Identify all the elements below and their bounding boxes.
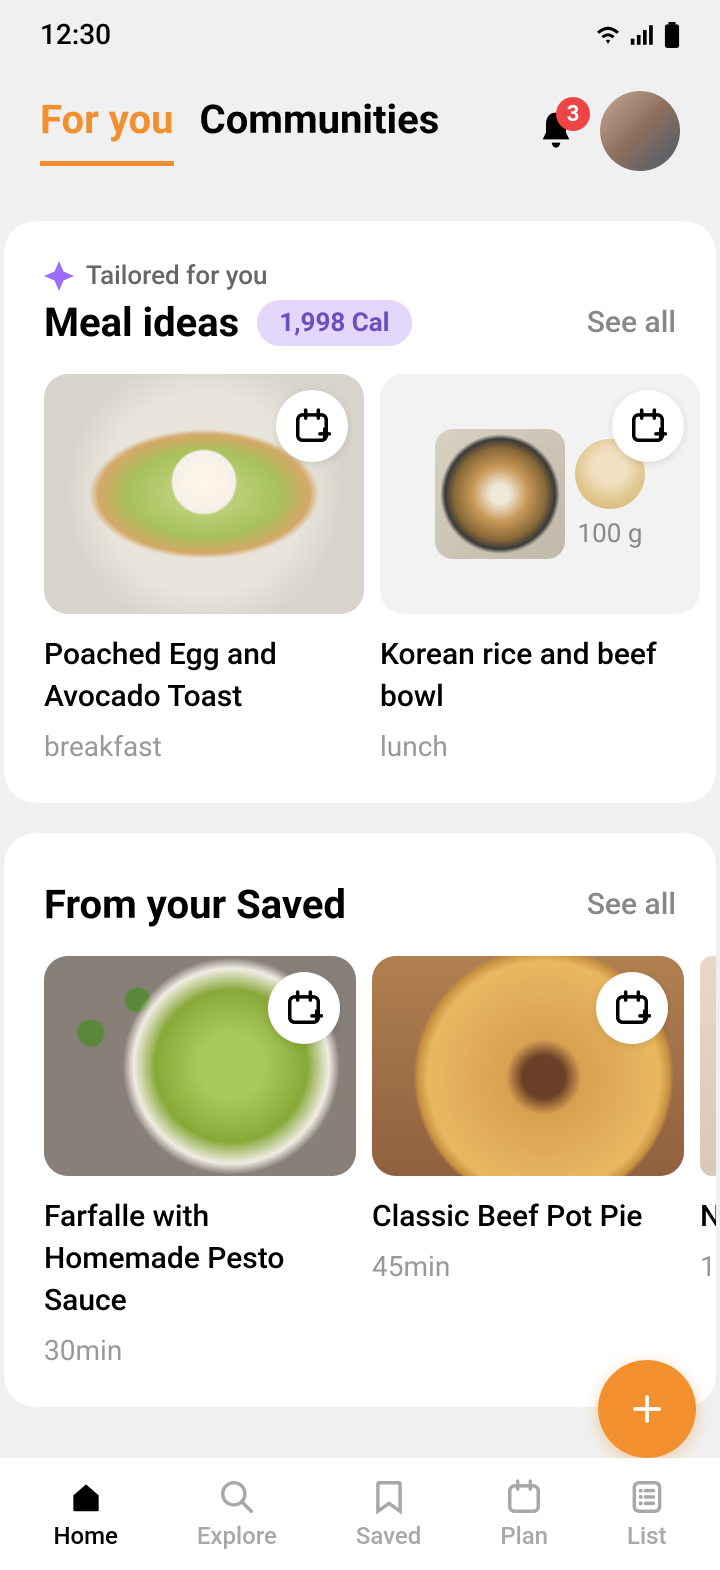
meal-meta: lunch <box>380 730 700 763</box>
saved-item-meta: 30min <box>44 1334 356 1367</box>
saved-item-title: Farfalle with Homemade Pesto Sauce <box>44 1196 356 1322</box>
add-to-plan-button[interactable] <box>268 972 340 1044</box>
sparkle-icon <box>44 261 74 291</box>
bookmark-icon <box>370 1478 408 1516</box>
saved-card: From your Saved See all Farfalle with Ho… <box>4 833 716 1407</box>
bottom-nav: Home Explore Saved Plan List <box>0 1458 720 1570</box>
saved-title: From your Saved <box>44 881 346 928</box>
notifications-button[interactable]: 3 <box>536 109 576 153</box>
tab-for-you[interactable]: For you <box>40 96 174 166</box>
search-icon <box>218 1478 256 1516</box>
calendar-plus-icon <box>629 407 667 445</box>
status-icons <box>594 22 680 48</box>
top-tabs-row: For you Communities 3 <box>0 51 720 171</box>
meal-ideas-title: Meal ideas <box>44 299 239 346</box>
calendar-plus-icon <box>293 407 331 445</box>
wifi-icon <box>594 24 622 46</box>
meal-image: 100 g <box>380 374 700 614</box>
nav-label: Plan <box>500 1522 548 1550</box>
add-fab[interactable] <box>598 1360 696 1458</box>
meal-card[interactable]: Poached Egg and Avocado Toast breakfast <box>44 374 364 763</box>
nav-list[interactable]: List <box>627 1478 666 1550</box>
side-dish-qty: 100 g <box>578 519 643 549</box>
nav-label: Explore <box>197 1522 277 1550</box>
status-time: 12:30 <box>40 18 111 51</box>
home-icon <box>67 1478 105 1516</box>
list-icon <box>628 1478 666 1516</box>
calendar-icon <box>505 1478 543 1516</box>
calendar-plus-icon <box>285 989 323 1027</box>
add-to-plan-button[interactable] <box>276 390 348 462</box>
saved-image <box>372 956 684 1176</box>
plus-icon <box>629 1391 665 1427</box>
meal-meta: breakfast <box>44 730 364 763</box>
saved-item[interactable]: Classic Beef Pot Pie 45min <box>372 956 684 1367</box>
saved-item-meta: 1h <box>700 1250 716 1283</box>
meal-card[interactable]: 100 g Korean rice and beef bowl lunch <box>380 374 700 763</box>
saved-item-title: Classic Beef Pot Pie <box>372 1196 684 1238</box>
meal-ideas-scroll[interactable]: Poached Egg and Avocado Toast breakfast … <box>44 374 716 763</box>
nav-plan[interactable]: Plan <box>500 1478 548 1550</box>
add-to-plan-button[interactable] <box>612 390 684 462</box>
meal-title: Poached Egg and Avocado Toast <box>44 634 364 718</box>
saved-scroll[interactable]: Farfalle with Homemade Pesto Sauce 30min… <box>44 956 716 1367</box>
saved-image <box>44 956 356 1176</box>
calories-badge: 1,998 Cal <box>257 300 411 346</box>
meal-ideas-header: Meal ideas 1,998 Cal See all <box>44 299 716 346</box>
add-to-plan-button[interactable] <box>596 972 668 1044</box>
calendar-plus-icon <box>613 989 651 1027</box>
saved-see-all[interactable]: See all <box>587 887 676 922</box>
saved-item-title: Nourish bowl <box>700 1196 716 1238</box>
nav-label: Saved <box>356 1522 421 1550</box>
saved-header: From your Saved See all <box>44 881 716 928</box>
battery-icon <box>664 22 680 48</box>
nav-saved[interactable]: Saved <box>356 1478 421 1550</box>
meal-ideas-see-all[interactable]: See all <box>587 305 676 340</box>
tab-communities[interactable]: Communities <box>200 96 440 161</box>
nav-label: Home <box>54 1522 118 1550</box>
top-tabs: For you Communities <box>40 96 439 166</box>
meal-title: Korean rice and beef bowl <box>380 634 700 718</box>
nav-explore[interactable]: Explore <box>197 1478 277 1550</box>
status-bar: 12:30 <box>0 0 720 51</box>
saved-item[interactable]: Nourish bowl 1h <box>700 956 716 1367</box>
meal-ideas-card: Tailored for you Meal ideas 1,998 Cal Se… <box>4 221 716 803</box>
signal-icon <box>630 24 656 46</box>
meal-image <box>44 374 364 614</box>
saved-item[interactable]: Farfalle with Homemade Pesto Sauce 30min <box>44 956 356 1367</box>
tailored-tag: Tailored for you <box>44 261 716 291</box>
nav-home[interactable]: Home <box>54 1478 118 1550</box>
profile-avatar[interactable] <box>600 91 680 171</box>
tailored-label: Tailored for you <box>86 261 268 291</box>
nav-label: List <box>627 1522 666 1550</box>
saved-item-meta: 45min <box>372 1250 684 1283</box>
top-actions: 3 <box>536 91 680 171</box>
saved-image <box>700 956 716 1176</box>
dish-thumb <box>435 429 565 559</box>
notifications-badge: 3 <box>556 97 590 131</box>
